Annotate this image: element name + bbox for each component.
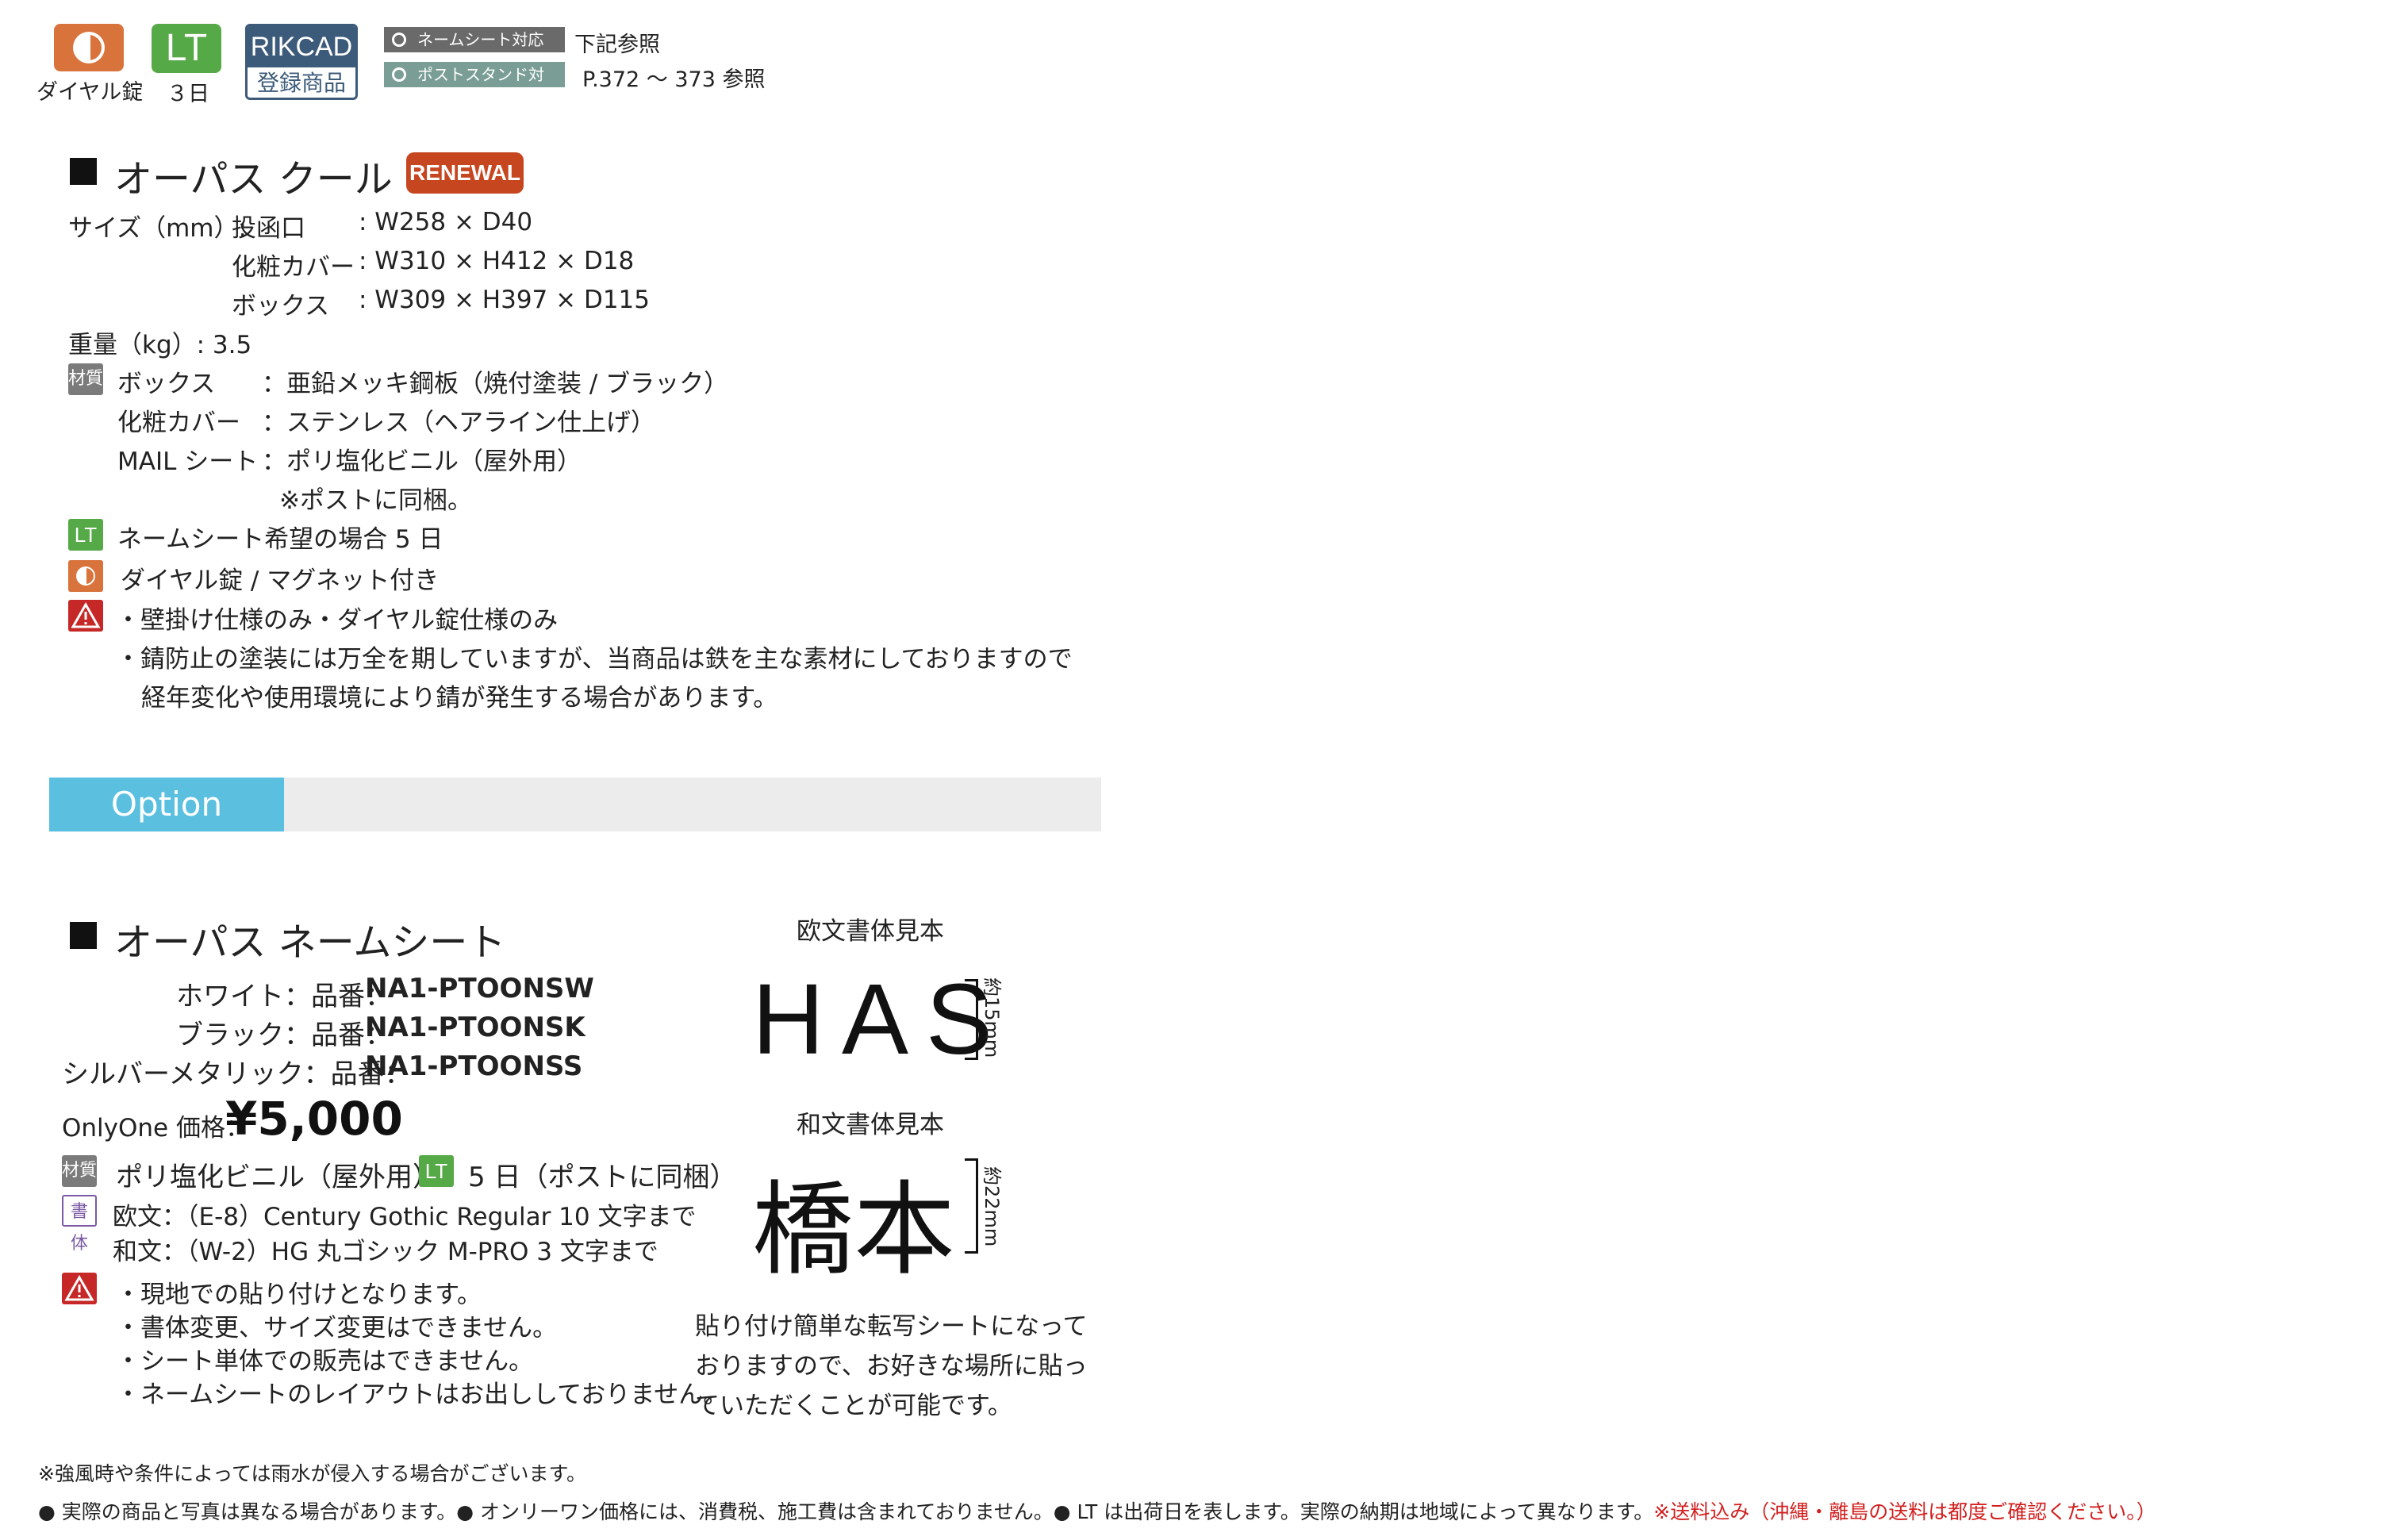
material-box-name: ボックス — [117, 370, 216, 398]
description-line-1: 貼り付け簡単な転写シートになって — [695, 1312, 1088, 1341]
material-note: ※ポストに同梱。 — [279, 486, 472, 515]
material-icon: 材質 — [62, 1155, 97, 1187]
size-bracket — [965, 979, 978, 1060]
lead-time-icon: LT — [419, 1155, 454, 1187]
rikcad-subtitle: 登録商品 — [256, 70, 346, 96]
font-western: 欧文：（E-8）Century Gothic Regular 10 文字まで — [113, 1203, 697, 1231]
warning-icon — [62, 1273, 97, 1304]
namesheet-compatible-label: ネームシート対応 — [417, 30, 544, 49]
namesheet-material: ポリ塩化ビニル（屋外用） — [116, 1162, 440, 1193]
rikcad-badge: RIKCAD 登録商品 — [245, 24, 358, 100]
lead-time-note: ネームシート希望の場合 5 日 — [117, 525, 443, 554]
variant-white-label: ホワイト：品番： — [176, 981, 392, 1012]
variant-silver-code: NA1-PTOONSS — [365, 1050, 583, 1082]
namesheet-warning-2: ・書体変更、サイズ変更はできません。 — [116, 1314, 558, 1342]
poststand-compatible-tag: ポストスタンド対応 — [384, 62, 565, 109]
lead-time-icon: LT — [68, 519, 103, 551]
material-mailsheet-value: ：ポリ塩化ビニル（屋外用） — [262, 447, 582, 476]
namesheet-warning-1: ・現地での貼り付けとなります。 — [116, 1281, 482, 1309]
size-box-value: : W309 × H397 × D115 — [359, 286, 651, 314]
namesheet-compatible-note: 下記参照 — [574, 33, 660, 57]
price-value: ¥5,000 — [225, 1092, 403, 1146]
namesheet-warning-4: ・ネームシートのレイアウトはお出ししておりません。 — [116, 1381, 728, 1409]
namesheet-warning-3: ・シート単体での販売はできません。 — [116, 1347, 534, 1376]
size-box-name: ボックス — [232, 292, 330, 321]
footer-disclaimer-line: ● 実際の商品と写真は異なる場合があります。● オンリーワン価格には、消費税、施… — [38, 1496, 2156, 1525]
material-mailsheet-name: MAIL シート — [117, 447, 259, 476]
variant-black-label: ブラック：品番： — [176, 1020, 392, 1051]
circle-icon — [392, 67, 406, 82]
dial-lock-note: ダイヤル錠 / マグネット付き — [121, 566, 440, 595]
dial-lock-label: ダイヤル錠 — [36, 80, 144, 105]
namesheet-compatible-tag: ネームシート対応 — [384, 27, 565, 52]
material-cover-value: ：ステンレス（ヘアライン仕上げ） — [262, 409, 655, 437]
warning-line-3: 経年変化や使用環境により錆が発生する場合があります。 — [141, 684, 778, 712]
section-bullet — [70, 158, 97, 185]
circle-icon — [392, 33, 406, 47]
section-bullet — [70, 922, 97, 949]
lead-time-icon: LT — [152, 24, 221, 73]
price-label: OnlyOne 価格： — [62, 1114, 250, 1143]
western-sample-label: 欧文書体見本 — [797, 917, 944, 946]
material-icon: 材質 — [68, 363, 103, 395]
dial-lock-icon — [68, 560, 103, 592]
lead-time-days: ３日 — [167, 82, 209, 106]
variant-silver-label: シルバーメタリック：品番： — [62, 1058, 412, 1090]
material-box-value: ：亜鉛メッキ鋼板（焼付塗装 / ブラック） — [262, 370, 729, 398]
size-cover-name: 化粧カバー — [232, 253, 355, 282]
product-title: オーパス クール — [114, 157, 393, 202]
renewal-badge: RENEWAL — [406, 152, 524, 194]
material-cover-name: 化粧カバー — [117, 409, 240, 437]
warning-line-2: ・錆防止の塗装には万全を期していますが、当商品は鉄を主な素材にしておりますので — [116, 645, 1073, 674]
rikcad-title: RIKCAD — [248, 26, 355, 67]
weight: 重量（kg）: 3.5 — [68, 331, 252, 359]
japanese-sample-label: 和文書体見本 — [797, 1111, 944, 1139]
japanese-sample-size: 約22mm — [981, 1166, 1003, 1247]
font-icon: 書体 — [62, 1195, 97, 1254]
size-slot-name: 投函口 — [232, 214, 305, 243]
warning-line-1: ・壁掛け仕様のみ・ダイヤル錠仕様のみ — [116, 606, 559, 635]
description-line-2: おりますので、お好きな場所に貼っ — [695, 1352, 1088, 1381]
japanese-sample-text: 橋本 — [752, 1171, 956, 1289]
font-japanese: 和文：（W-2）HG 丸ゴシック M-PRO 3 文字まで — [113, 1238, 658, 1266]
size-label: サイズ（mm）: — [68, 214, 247, 243]
namesheet-lead-time: 5 日（ポストに同梱） — [468, 1162, 737, 1193]
option-header-label: Option — [49, 778, 284, 831]
size-cover-value: : W310 × H412 × D18 — [359, 247, 635, 275]
namesheet-title: オーパス ネームシート — [114, 920, 506, 965]
description-line-3: ていただくことが可能です。 — [695, 1392, 1012, 1420]
footer-note: ※強風時や条件によっては雨水が侵入する場合がございます。 — [38, 1462, 586, 1485]
western-sample-size: 約15mm — [981, 977, 1003, 1058]
footer-shipping-note: ※送料込み（沖縄・離島の送料は都度ご確認ください。） — [1653, 1500, 2156, 1523]
warning-icon — [68, 600, 103, 632]
footer-disclaimer: ● 実際の商品と写真は異なる場合があります。● オンリーワン価格には、消費税、施… — [38, 1500, 1654, 1523]
variant-black-code: NA1-PTOONSK — [365, 1012, 585, 1043]
poststand-compatible-note: P.372 〜 373 参照 — [582, 67, 766, 92]
variant-white-code: NA1-PTOONSW — [365, 973, 594, 1004]
poststand-compatible-label: ポストスタンド対応 — [417, 65, 544, 109]
dial-lock-icon — [54, 24, 124, 71]
size-slot-value: : W258 × D40 — [359, 208, 533, 236]
size-bracket — [965, 1158, 978, 1254]
